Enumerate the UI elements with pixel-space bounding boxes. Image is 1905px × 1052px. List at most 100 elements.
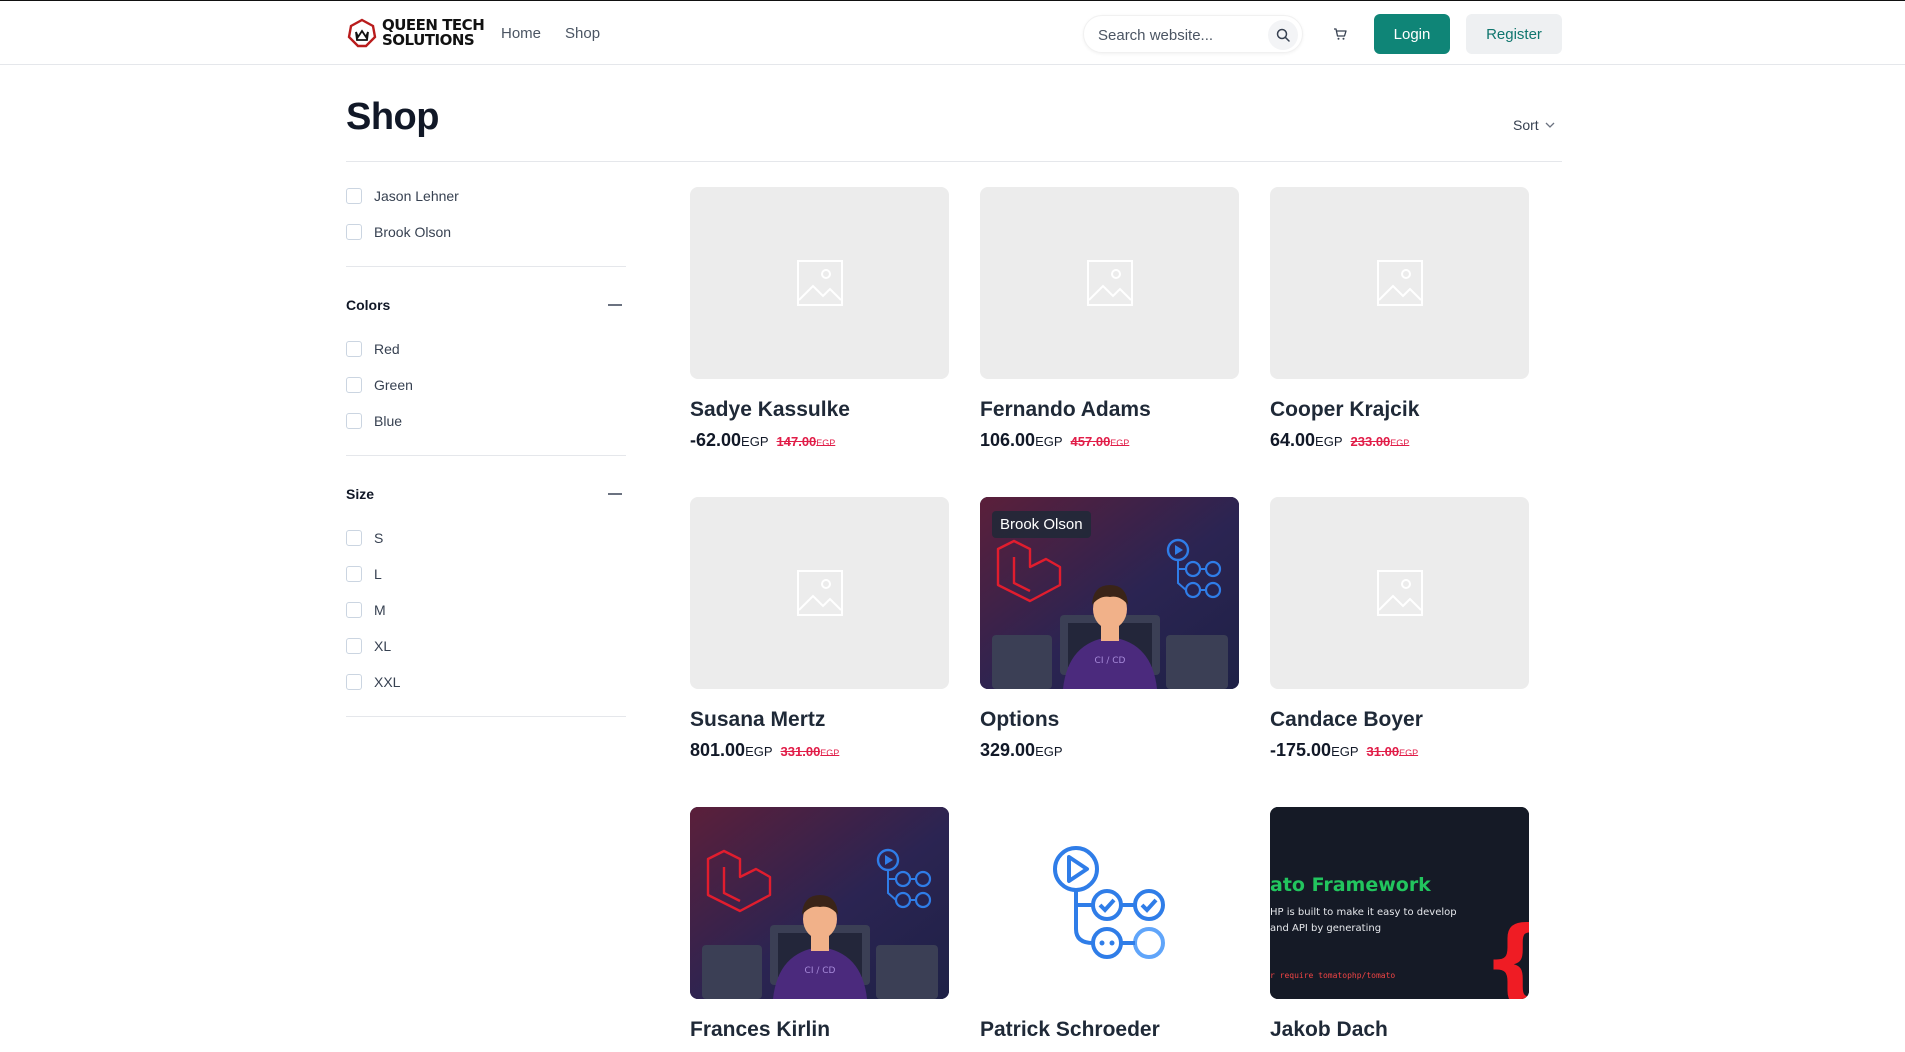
checkbox[interactable]: [346, 413, 362, 429]
price-currency: EGP: [1315, 434, 1343, 449]
product-card[interactable]: CI / CD Frances Kirlin: [690, 807, 949, 1042]
github-actions-workflow-icon: [980, 807, 1239, 999]
product-card[interactable]: Cooper Krajcik 64.00EGP 233.00EGP: [1270, 187, 1529, 451]
size-filter-header[interactable]: Size: [346, 476, 626, 512]
filter-vendor-jason-lehner[interactable]: Jason Lehner: [346, 178, 626, 214]
product-name[interactable]: Susana Mertz: [690, 708, 949, 732]
option-label: Jason Lehner: [374, 188, 459, 204]
product-image[interactable]: CI / CD: [690, 807, 949, 999]
collapse-minus-icon[interactable]: [608, 304, 622, 306]
product-pricing: 329.00EGP: [980, 740, 1239, 761]
old-price-value: 31.00: [1366, 744, 1400, 759]
size-filter-title: Size: [346, 486, 375, 502]
option-label: XL: [374, 638, 392, 654]
product-old-price: 457.00EGP: [1071, 434, 1130, 449]
vendor-badge: Brook Olson: [992, 511, 1091, 538]
cart-button[interactable]: [1325, 19, 1355, 49]
register-button[interactable]: Register: [1466, 14, 1562, 54]
filter-size-xxl[interactable]: XXL: [346, 664, 626, 700]
product-card[interactable]: Candace Boyer -175.00EGP 31.00EGP: [1270, 497, 1529, 761]
product-price: 64.00EGP: [1270, 430, 1343, 451]
collapse-minus-icon[interactable]: [608, 493, 622, 495]
price-value: 106.00: [980, 430, 1036, 450]
brand-logo[interactable]: QUEEN TECH SOLUTIONS: [346, 15, 485, 51]
filter-size-xl[interactable]: XL: [346, 628, 626, 664]
nav-shop[interactable]: Shop: [565, 25, 600, 42]
sort-dropdown[interactable]: Sort: [1513, 117, 1555, 133]
filter-color-green[interactable]: Green: [346, 367, 626, 403]
search-button[interactable]: [1268, 20, 1298, 50]
old-price-value: 331.00: [780, 744, 821, 759]
checkbox[interactable]: [346, 638, 362, 654]
option-label: Blue: [374, 413, 403, 429]
price-value: 64.00: [1270, 430, 1316, 450]
banner-command: r require tomatophp/tomato: [1270, 971, 1395, 980]
product-card[interactable]: Sadye Kassulke -62.00EGP 147.00EGP: [690, 187, 949, 451]
banner-heading: ato Framework: [1270, 874, 1431, 896]
product-image[interactable]: ato Framework HP is built to make it eas…: [1270, 807, 1529, 999]
product-image[interactable]: [690, 497, 949, 689]
framework-code-banner: ato Framework HP is built to make it eas…: [1270, 807, 1529, 999]
product-image[interactable]: CI / CD Brook Olson: [980, 497, 1239, 689]
vendor-filter-group: Jason Lehner Brook Olson: [346, 162, 626, 267]
filter-size-s[interactable]: S: [346, 520, 626, 556]
search-input[interactable]: [1098, 24, 1258, 46]
price-currency: EGP: [741, 434, 769, 449]
checkbox[interactable]: [346, 530, 362, 546]
old-price-currency: EGP: [1390, 438, 1410, 448]
product-image[interactable]: [1270, 187, 1529, 379]
search-icon: [1276, 28, 1290, 42]
price-currency: EGP: [745, 744, 773, 759]
product-name[interactable]: Patrick Schroeder: [980, 1018, 1239, 1042]
login-button[interactable]: Login: [1374, 14, 1450, 54]
old-price-currency: EGP: [1110, 438, 1130, 448]
product-name[interactable]: Frances Kirlin: [690, 1018, 949, 1042]
placeholder-image-icon: [796, 570, 843, 616]
filter-sidebar: Jason Lehner Brook Olson Colors Red Gree…: [346, 162, 626, 717]
colors-filter-title: Colors: [346, 297, 391, 313]
shirt-text: CI / CD: [805, 966, 836, 976]
product-name[interactable]: Sadye Kassulke: [690, 398, 949, 422]
option-label: L: [374, 566, 382, 582]
price-currency: EGP: [1035, 434, 1063, 449]
checkbox[interactable]: [346, 377, 362, 393]
product-name[interactable]: Cooper Krajcik: [1270, 398, 1529, 422]
product-name[interactable]: Candace Boyer: [1270, 708, 1529, 732]
checkbox[interactable]: [346, 602, 362, 618]
checkbox[interactable]: [346, 188, 362, 204]
product-card[interactable]: Patrick Schroeder: [980, 807, 1239, 1042]
placeholder-image-icon: [796, 260, 843, 306]
filter-size-m[interactable]: M: [346, 592, 626, 628]
product-card[interactable]: Fernando Adams 106.00EGP 457.00EGP: [980, 187, 1239, 451]
color-filter-group: Colors Red Green Blue: [346, 267, 626, 456]
product-name[interactable]: Fernando Adams: [980, 398, 1239, 422]
product-card[interactable]: CI / CD Brook Olson Options 329.00EGP: [980, 497, 1239, 761]
product-image[interactable]: [690, 187, 949, 379]
product-price: 329.00EGP: [980, 740, 1063, 761]
nav-home[interactable]: Home: [501, 25, 541, 42]
product-image[interactable]: [1270, 497, 1529, 689]
filter-size-l[interactable]: L: [346, 556, 626, 592]
checkbox[interactable]: [346, 224, 362, 240]
product-name[interactable]: Jakob Dach: [1270, 1018, 1529, 1042]
laravel-cicd-illustration: CI / CD: [690, 807, 949, 999]
checkbox[interactable]: [346, 566, 362, 582]
checkbox[interactable]: [346, 674, 362, 690]
size-filter-group: Size S L M XL XXL: [346, 456, 626, 717]
product-card[interactable]: Susana Mertz 801.00EGP 331.00EGP: [690, 497, 949, 761]
site-header: QUEEN TECH SOLUTIONS Home Shop Login Reg…: [0, 1, 1905, 65]
product-pricing: 106.00EGP 457.00EGP: [980, 430, 1239, 451]
curly-brace-icon: {: [1482, 907, 1529, 999]
product-image[interactable]: [980, 807, 1239, 999]
filter-color-blue[interactable]: Blue: [346, 403, 626, 439]
filter-vendor-brook-olson[interactable]: Brook Olson: [346, 214, 626, 250]
filter-color-red[interactable]: Red: [346, 331, 626, 367]
colors-filter-header[interactable]: Colors: [346, 287, 626, 323]
product-image[interactable]: [980, 187, 1239, 379]
crown-logo-icon: [347, 18, 377, 48]
product-card[interactable]: ato Framework HP is built to make it eas…: [1270, 807, 1529, 1042]
checkbox[interactable]: [346, 341, 362, 357]
product-name[interactable]: Options: [980, 708, 1239, 732]
product-price: -175.00EGP: [1270, 740, 1359, 761]
option-label: S: [374, 530, 384, 546]
